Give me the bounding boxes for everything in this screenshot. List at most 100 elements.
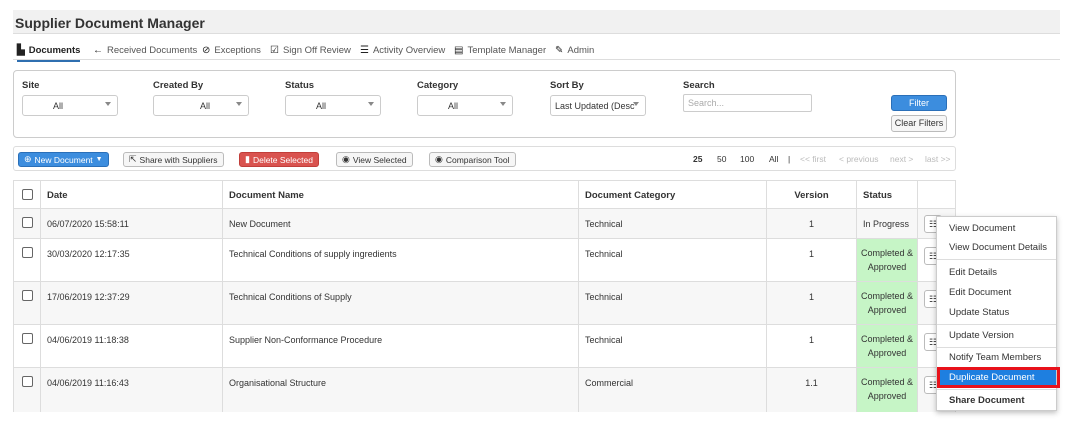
row-select-cell [14,209,41,238]
chevron-down-icon [368,102,374,106]
cell-date: 17/06/2019 12:37:29 [41,282,223,324]
eye-icon: ◉ [435,154,443,164]
trash-icon: ▮ [245,154,250,164]
share-with-suppliers-button[interactable]: ⇱ Share with Suppliers [123,152,224,167]
status-select[interactable]: All [285,95,381,116]
cell-status: Completed & Approved [857,239,918,281]
cell-category: Technical [579,325,767,367]
cell-category: Technical [579,239,767,281]
cell-category: Commercial [579,368,767,412]
menu-item-edit-document[interactable]: Edit Document [937,283,1056,303]
row-context-menu: View Document View Document Details Edit… [936,216,1057,411]
site-label: Site [22,80,40,91]
tab-admin[interactable]: ✎ Admin [555,40,594,60]
menu-item-view-document-details[interactable]: View Document Details [937,238,1056,258]
cell-version-text: 1.1 [805,378,818,388]
status-text: Completed & Approved [860,377,914,401]
cell-date: 04/06/2019 11:18:38 [41,325,223,367]
menu-item-notify-team-members[interactable]: Notify Team Members [937,348,1056,368]
caret-down-icon: ▼ [95,156,103,163]
menu-item-edit-details[interactable]: Edit Details [937,263,1056,283]
menu-item-duplicate-document[interactable]: Duplicate Document [937,369,1056,387]
cell-date-text: 30/03/2020 12:17:35 [47,249,130,259]
table-row[interactable]: 30/03/2020 12:17:35 Technical Conditions… [14,239,955,282]
cell-version: 1 [767,209,857,238]
table-row[interactable]: 17/06/2019 12:37:29 Technical Conditions… [14,282,955,325]
cell-document-name: Organisational Structure [223,368,579,412]
row-checkbox[interactable] [22,247,33,258]
cell-status: In Progress [857,209,918,238]
cell-category-text: Technical [585,249,623,259]
tab-documents[interactable]: ▙ Documents [17,40,81,62]
header-label: Version [794,190,829,201]
list-icon: ☰ [360,44,369,56]
app-title: Supplier Document Manager [15,15,205,31]
header-version[interactable]: Version [767,181,857,208]
header-document-category[interactable]: Document Category [579,181,767,208]
eye-icon: ◉ [342,154,350,164]
header-document-name[interactable]: Document Name [223,181,579,208]
sort-by-select[interactable]: Last Updated (Desc [550,95,646,116]
circle-exclamation-icon: ⊘ [202,44,211,56]
menu-item-update-status[interactable]: Update Status [937,303,1056,323]
check-square-icon: ☑ [270,44,279,56]
row-checkbox[interactable] [22,333,33,344]
clear-filters-button[interactable]: Clear Filters [891,115,947,132]
paging-last[interactable]: last >> [925,154,951,164]
page-size-50[interactable]: 50 [717,154,726,164]
view-selected-button[interactable]: ◉ View Selected [336,152,413,167]
row-checkbox[interactable] [22,376,33,387]
page-size-100[interactable]: 100 [740,154,754,164]
menu-item-share-document[interactable]: Share Document [937,391,1056,411]
search-input[interactable]: Search... [683,94,812,112]
table-row[interactable]: 06/07/2020 15:58:11 New Document Technic… [14,209,955,239]
sort-by-value: Last Updated (Desc [555,101,635,111]
tab-sign-off-review[interactable]: ☑ Sign Off Review [270,40,351,60]
cell-name-text: Technical Conditions of Supply [229,292,352,302]
comparison-tool-button[interactable]: ◉ Comparison Tool [429,152,516,167]
cell-category-text: Technical [585,335,623,345]
cell-name-text: Technical Conditions of supply ingredien… [229,249,397,259]
tab-exceptions[interactable]: ⊘ Exceptions [202,40,261,60]
filter-button[interactable]: Filter [891,95,947,111]
new-document-button[interactable]: ⊕ New Document ▼ [18,152,109,167]
tab-received-documents[interactable]: ← Received Documents [93,40,197,60]
cell-date-text: 17/06/2019 12:37:29 [47,292,130,302]
cell-date: 06/07/2020 15:58:11 [41,209,223,238]
paging-previous[interactable]: < previous [839,154,878,164]
chevron-down-icon [500,102,506,106]
header-date[interactable]: Date [41,181,223,208]
new-document-label: New Document [34,154,93,165]
page-size-25[interactable]: 25 [693,154,702,164]
category-select[interactable]: All [417,95,513,116]
cell-category-text: Technical [585,292,623,302]
tab-label: Sign Off Review [282,44,351,56]
tab-label: Template Manager [467,44,547,56]
created-by-select[interactable]: All [153,95,249,116]
tab-label: Documents [28,44,81,56]
header-status[interactable]: Status [857,181,918,208]
cell-version: 1.1 [767,368,857,412]
cell-version-text: 1 [808,249,814,259]
paging-first[interactable]: << first [800,154,826,164]
tab-template-manager[interactable]: ▤ Template Manager [454,40,546,60]
row-select-cell [14,239,41,281]
site-select[interactable]: All [22,95,118,116]
menu-item-update-version[interactable]: Update Version [937,326,1056,346]
sort-by-label: Sort By [550,80,584,91]
page-size-all[interactable]: All [769,154,778,164]
paging-next[interactable]: next > [890,154,913,164]
row-checkbox[interactable] [22,217,33,228]
category-label: Category [417,80,459,91]
table-row[interactable]: 04/06/2019 11:16:43 Organisational Struc… [14,368,955,412]
table-row[interactable]: 04/06/2019 11:18:38 Supplier Non-Conform… [14,325,955,368]
header-select-cell [14,181,41,208]
row-checkbox[interactable] [22,290,33,301]
select-all-checkbox[interactable] [22,189,33,200]
site-value: All [52,101,63,111]
tab-activity-overview[interactable]: ☰ Activity Overview [360,40,445,60]
view-selected-label: View Selected [352,154,407,165]
delete-selected-button[interactable]: ▮ Delete Selected [239,152,319,167]
menu-item-view-document[interactable]: View Document [937,219,1056,239]
file-icon: ▙ [17,44,25,56]
